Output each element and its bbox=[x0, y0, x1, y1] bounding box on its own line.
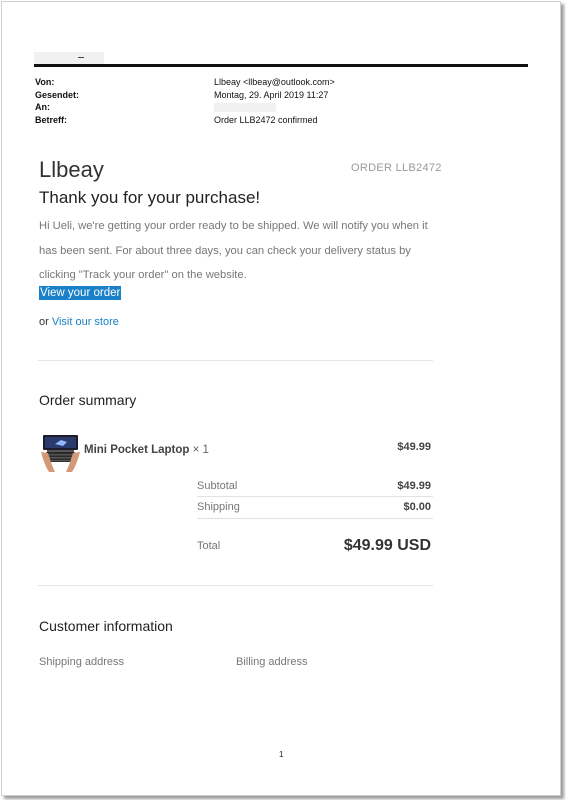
header-rule bbox=[34, 64, 528, 67]
from-label: Von: bbox=[35, 77, 55, 87]
product-price: $49.99 bbox=[397, 441, 431, 453]
redacted-sender-block bbox=[34, 52, 104, 64]
billing-address-label: Billing address bbox=[236, 656, 308, 668]
store-name: Llbeay bbox=[39, 157, 104, 182]
subject-value: Order LLB2472 confirmed bbox=[214, 115, 318, 125]
visit-store-link[interactable]: Visit our store bbox=[52, 316, 119, 328]
or-text: or bbox=[39, 316, 52, 328]
shipping-label: Shipping bbox=[197, 501, 240, 513]
laptop-product-icon bbox=[41, 432, 80, 472]
subtotal-label: Subtotal bbox=[197, 480, 238, 492]
product-quantity: × 1 bbox=[192, 444, 209, 456]
redacted-recipient bbox=[214, 103, 276, 112]
customer-info-title: Customer information bbox=[39, 618, 173, 634]
intro-paragraph: Hi Ueli, we're getting your order ready … bbox=[39, 220, 428, 281]
product-name: Mini Pocket Laptop × 1 bbox=[84, 444, 209, 456]
thank-you-heading: Thank you for your purchase! bbox=[39, 188, 261, 207]
view-order-button[interactable]: View your order bbox=[39, 286, 122, 300]
page-number: 1 bbox=[279, 750, 284, 759]
subtotal-value: $49.99 bbox=[397, 480, 431, 492]
summary-rule bbox=[197, 518, 433, 519]
order-number: ORDER LLB2472 bbox=[351, 162, 442, 174]
section-divider bbox=[38, 360, 433, 361]
sent-value: Montag, 29. April 2019 11:27 bbox=[214, 90, 329, 100]
store-link-line: or Visit our store bbox=[39, 316, 119, 328]
order-summary-title: Order summary bbox=[39, 392, 137, 408]
shipping-value: $0.00 bbox=[403, 501, 431, 513]
product-name-text: Mini Pocket Laptop bbox=[84, 444, 190, 456]
shipping-address-label: Shipping address bbox=[39, 656, 125, 668]
total-label: Total bbox=[197, 540, 221, 552]
sent-label: Gesendet: bbox=[35, 90, 80, 100]
section-divider bbox=[38, 585, 433, 586]
total-value: $49.99 USD bbox=[343, 537, 431, 554]
from-value: Llbeay <llbeay@outlook.com> bbox=[214, 77, 335, 87]
to-label: An: bbox=[35, 102, 50, 112]
summary-rule bbox=[197, 496, 433, 497]
subject-label: Betreff: bbox=[35, 115, 68, 125]
